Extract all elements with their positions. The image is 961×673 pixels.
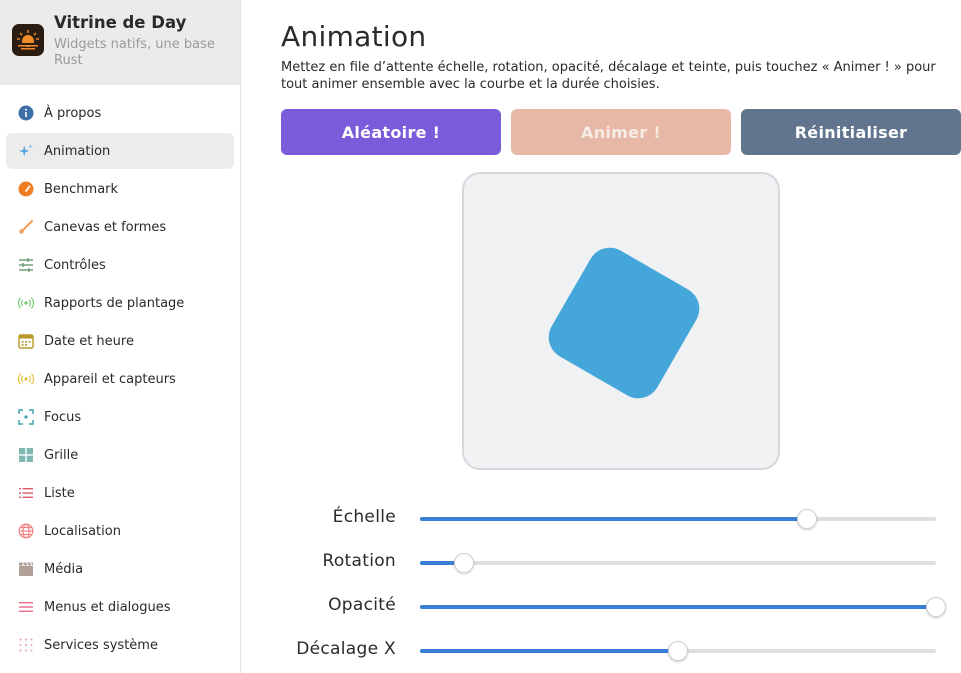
rotation-slider-thumb[interactable] (453, 553, 474, 573)
main-content: Animation Mettez en file d’attente échel… (241, 0, 961, 673)
speedometer-icon (18, 181, 34, 197)
scale-slider[interactable] (420, 509, 936, 529)
offset-x-label: Décalage X (296, 639, 396, 659)
sidebar-item-label: Média (44, 561, 84, 577)
sidebar-item-services[interactable]: Services système (6, 627, 234, 663)
sensor-icon (18, 371, 34, 387)
sidebar-item-label: Animation (44, 143, 111, 159)
rotation-slider[interactable] (420, 553, 936, 573)
offset-x-slider[interactable] (420, 641, 936, 661)
app-header: Vitrine de Day Widgets natifs, une base … (0, 0, 240, 85)
app-logo (12, 24, 44, 56)
globe-icon (18, 523, 34, 539)
sidebar-item-animation[interactable]: Animation (6, 133, 234, 169)
sidebar-item-grille[interactable]: Grille (6, 437, 234, 473)
sidebar-item-date[interactable]: Date et heure (6, 323, 234, 359)
page-description: Mettez en file d’attente échelle, rotati… (281, 60, 936, 92)
menu-icon (18, 599, 34, 615)
sidebar-item-label: Localisation (44, 523, 121, 539)
sidebar-item-label: Benchmark (44, 181, 119, 197)
sidebar-item-label: Menus et dialogues (44, 599, 171, 615)
calendar-icon (18, 333, 34, 349)
sidebar-item-menus[interactable]: Menus et dialogues (6, 589, 234, 625)
scale-label: Échelle (332, 507, 396, 527)
sparkle-icon (18, 143, 34, 159)
sidebar-item-controles[interactable]: Contrôles (6, 247, 234, 283)
clapper-icon (18, 561, 34, 577)
sidebar-item-benchmark[interactable]: Benchmark (6, 171, 234, 207)
broadcast-icon (18, 295, 34, 311)
sidebar-item-a-propos[interactable]: À propos (6, 95, 234, 131)
random-button[interactable]: Aléatoire ! (281, 109, 501, 155)
animate-button[interactable]: Animer ! (511, 109, 731, 155)
focus-icon (18, 409, 34, 425)
sidebar-item-localisation[interactable]: Localisation (6, 513, 234, 549)
app-subtitle: Widgets natifs, une base Rust (54, 37, 215, 68)
animated-shape (540, 239, 708, 407)
animation-stage (462, 172, 780, 470)
sidebar-item-focus[interactable]: Focus (6, 399, 234, 435)
sidebar-item-label: Appareil et capteurs (44, 371, 176, 387)
sidebar-item-appareil[interactable]: Appareil et capteurs (6, 361, 234, 397)
sidebar: Vitrine de Day Widgets natifs, une base … (0, 0, 241, 673)
dots-grid-icon (18, 637, 34, 653)
opacity-slider-row: Opacité (281, 595, 961, 619)
scale-slider-thumb[interactable] (797, 509, 817, 529)
scale-slider-row: Échelle (281, 507, 961, 531)
opacity-label: Opacité (328, 595, 396, 615)
offset-x-slider-row: Décalage X (281, 639, 961, 663)
sidebar-item-canevas[interactable]: Canevas et formes (6, 209, 234, 245)
sidebar-item-label: Canevas et formes (44, 219, 167, 235)
sidebar-item-label: Grille (44, 447, 79, 463)
sidebar-item-label: Date et heure (44, 333, 134, 349)
sliders-icon (18, 257, 34, 273)
sidebar-item-label: Contrôles (44, 257, 106, 273)
sidebar-item-media[interactable]: Média (6, 551, 234, 587)
opacity-slider-thumb[interactable] (926, 597, 946, 617)
sidebar-item-rapports[interactable]: Rapports de plantage (6, 285, 234, 321)
grid-icon (18, 447, 34, 463)
offset-x-slider-thumb[interactable] (668, 641, 688, 661)
sidebar-item-label: Services système (44, 637, 158, 653)
app-title: Vitrine de Day (54, 13, 187, 32)
page-title: Animation (281, 20, 427, 53)
sidebar-item-label: Focus (44, 409, 82, 425)
sidebar-item-label: À propos (44, 105, 102, 121)
rotation-slider-row: Rotation (281, 551, 961, 575)
sidebar-item-label: Liste (44, 485, 75, 501)
sidebar-item-label: Rapports de plantage (44, 295, 185, 311)
slider-panel: Échelle Rotation Opacité Décalage X (281, 487, 961, 673)
opacity-slider[interactable] (420, 597, 946, 617)
sidebar-item-liste[interactable]: Liste (6, 475, 234, 511)
list-icon (18, 485, 34, 501)
brush-icon (18, 219, 34, 235)
sidebar-nav: À propos Animation Benchmark Canevas et … (0, 85, 240, 663)
info-icon (18, 105, 34, 121)
rotation-label: Rotation (322, 551, 396, 571)
reset-button[interactable]: Réinitialiser (741, 109, 961, 155)
